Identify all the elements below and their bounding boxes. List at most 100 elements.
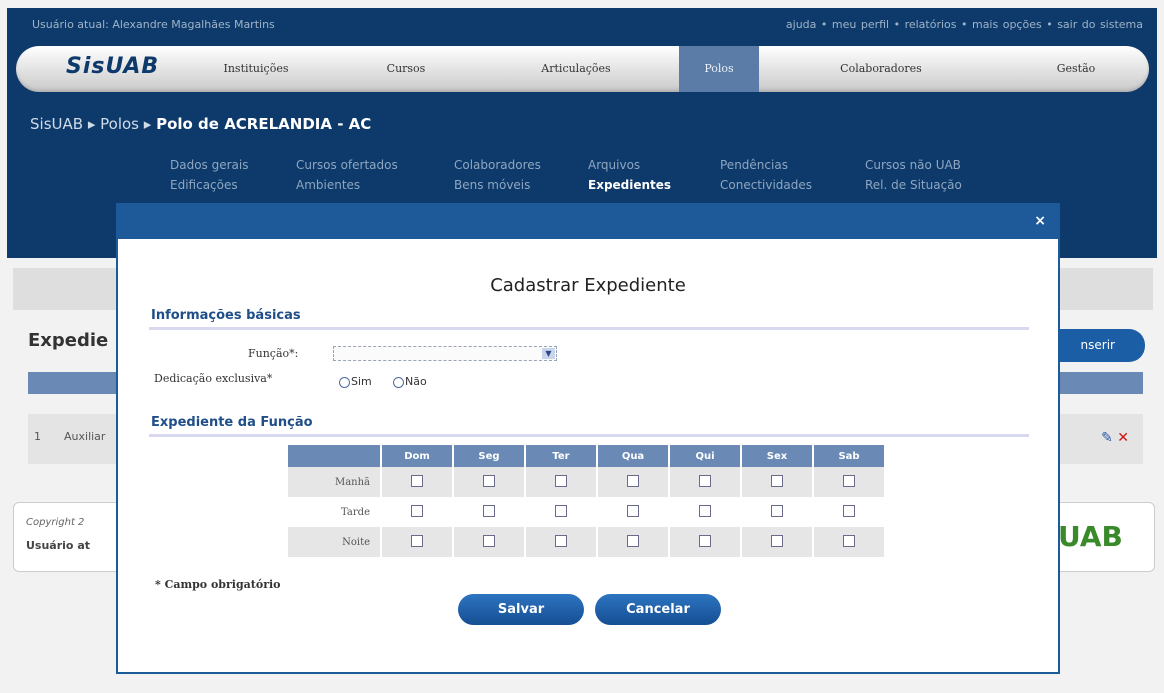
checkbox-noite-qui[interactable]: [699, 534, 711, 547]
delete-icon[interactable]: ✕: [1117, 430, 1129, 446]
close-icon[interactable]: ×: [1034, 213, 1046, 229]
dedicacao-label: Dedicação exclusiva*: [154, 372, 273, 385]
checkbox-tarde-dom[interactable]: [411, 504, 423, 517]
radio-sim-label: Sim: [351, 375, 372, 388]
section-divider: [149, 327, 1029, 330]
day-header: Sex: [742, 445, 812, 467]
shift-label: Manhã: [288, 467, 380, 497]
day-header: Ter: [526, 445, 596, 467]
checkbox-manha-qui[interactable]: [699, 474, 711, 487]
save-button[interactable]: Salvar: [458, 594, 584, 625]
menu-item-articulacoes[interactable]: Articulações: [506, 46, 646, 92]
menu-item-colaboradores[interactable]: Colaboradores: [806, 46, 956, 92]
checkbox-manha-seg[interactable]: [483, 474, 495, 487]
grid-corner: [288, 445, 380, 467]
day-header: Seg: [454, 445, 524, 467]
edit-icon[interactable]: ✎: [1101, 430, 1113, 446]
subnav-colaboradores[interactable]: Colaboradores: [454, 155, 541, 175]
checkbox-noite-dom[interactable]: [411, 534, 423, 547]
subnav-cursos-ofertados[interactable]: Cursos ofertados: [296, 155, 398, 175]
menu-item-polos[interactable]: Polos: [679, 46, 759, 92]
required-note: * Campo obrigatório: [155, 578, 281, 591]
breadcrumb-separator-icon: ▸: [87, 115, 101, 133]
radio-sim[interactable]: Sim: [339, 375, 372, 388]
row-text: Auxiliar: [64, 430, 106, 443]
checkbox-tarde-qui[interactable]: [699, 504, 711, 517]
section-divider: [149, 434, 1029, 437]
shift-label: Noite: [288, 527, 380, 557]
checkbox-noite-ter[interactable]: [555, 534, 567, 547]
checkbox-tarde-ter[interactable]: [555, 504, 567, 517]
radio-circle-icon[interactable]: [339, 376, 350, 388]
radio-nao[interactable]: Não: [393, 375, 427, 388]
subnav-arquivos[interactable]: Arquivos: [588, 155, 671, 175]
footer-user: Usuário at: [26, 539, 90, 552]
checkbox-manha-qua[interactable]: [627, 474, 639, 487]
checkbox-noite-qua[interactable]: [627, 534, 639, 547]
subnav-col-4: Arquivos Expedientes: [588, 155, 671, 195]
checkbox-tarde-sex[interactable]: [771, 504, 783, 517]
breadcrumb-separator-icon: ▸: [143, 115, 157, 133]
current-user-text: Usuário atual: Alexandre Magalhães Marti…: [32, 18, 275, 31]
page-title: Expedie: [28, 330, 109, 351]
checkbox-tarde-sab[interactable]: [843, 504, 855, 517]
radio-nao-label: Não: [405, 375, 427, 388]
checkbox-tarde-qua[interactable]: [627, 504, 639, 517]
subnav-edificacoes[interactable]: Edificações: [170, 175, 249, 195]
checkbox-manha-sab[interactable]: [843, 474, 855, 487]
subnav-cursos-nao-uab[interactable]: Cursos não UAB: [865, 155, 962, 175]
subnav-col-5: Pendências Conectividades: [720, 155, 812, 195]
cadastrar-expediente-modal: × Cadastrar Expediente Informações básic…: [116, 203, 1060, 674]
breadcrumb-root[interactable]: SisUAB: [30, 115, 83, 133]
subnav-bens-moveis[interactable]: Bens móveis: [454, 175, 541, 195]
menu-item-cursos[interactable]: Cursos: [356, 46, 456, 92]
checkbox-manha-sex[interactable]: [771, 474, 783, 487]
uab-logo: UAB: [1058, 520, 1123, 553]
top-links[interactable]: ajuda • meu perfil • relatórios • mais o…: [786, 18, 1143, 31]
menu-item-gestao[interactable]: Gestão: [1036, 46, 1116, 92]
checkbox-manha-dom[interactable]: [411, 474, 423, 487]
menu-item-instituicoes[interactable]: Instituições: [191, 46, 321, 92]
funcao-select[interactable]: ▼: [333, 346, 557, 361]
breadcrumb-section[interactable]: Polos: [100, 115, 139, 133]
shift-row-tarde: Tarde: [288, 497, 884, 527]
subnav-col-3: Colaboradores Bens móveis: [454, 155, 541, 195]
breadcrumb-current: Polo de ACRELANDIA - AC: [156, 115, 372, 133]
subnav-pendencias[interactable]: Pendências: [720, 155, 812, 175]
shift-row-noite: Noite: [288, 527, 884, 557]
sisuab-logo[interactable]: SisUAB: [66, 54, 159, 79]
main-menu: SisUAB Instituições Cursos Articulações …: [16, 46, 1149, 92]
subnav-col-6: Cursos não UAB Rel. de Situação: [865, 155, 962, 195]
subnav-col-1: Dados gerais Edificações: [170, 155, 249, 195]
subnav-expedientes[interactable]: Expedientes: [588, 175, 671, 195]
modal-title: Cadastrar Expediente: [490, 275, 686, 296]
modal-titlebar: ×: [118, 205, 1058, 239]
checkbox-manha-ter[interactable]: [555, 474, 567, 487]
checkbox-noite-sex[interactable]: [771, 534, 783, 547]
shift-label: Tarde: [288, 497, 380, 527]
section-basic-info: Informações básicas: [151, 308, 301, 323]
checkbox-noite-sab[interactable]: [843, 534, 855, 547]
funcao-label: Função*:: [248, 347, 299, 360]
subnav-col-2: Cursos ofertados Ambientes: [296, 155, 398, 195]
cancel-button[interactable]: Cancelar: [595, 594, 721, 625]
day-header: Sab: [814, 445, 884, 467]
insert-button[interactable]: nserir: [1045, 329, 1145, 362]
chevron-down-icon[interactable]: ▼: [542, 348, 555, 359]
checkbox-tarde-seg[interactable]: [483, 504, 495, 517]
footer-copyright: Copyright 2: [26, 517, 85, 528]
row-actions: ✎ ✕: [1101, 430, 1129, 446]
subnav-ambientes[interactable]: Ambientes: [296, 175, 398, 195]
subnav-dados-gerais[interactable]: Dados gerais: [170, 155, 249, 175]
breadcrumb: SisUAB ▸ Polos ▸ Polo de ACRELANDIA - AC: [30, 115, 371, 133]
section-expediente: Expediente da Função: [151, 415, 313, 430]
day-header: Qua: [598, 445, 668, 467]
checkbox-noite-seg[interactable]: [483, 534, 495, 547]
subnav-rel-situacao[interactable]: Rel. de Situação: [865, 175, 962, 195]
day-header: Dom: [382, 445, 452, 467]
row-number: 1: [34, 430, 41, 443]
subnav-conectividades[interactable]: Conectividades: [720, 175, 812, 195]
top-bar: Usuário atual: Alexandre Magalhães Marti…: [7, 8, 1157, 48]
radio-circle-icon[interactable]: [393, 376, 404, 388]
schedule-grid: Dom Seg Ter Qua Qui Sex Sab Manhã Tarde: [286, 445, 886, 557]
